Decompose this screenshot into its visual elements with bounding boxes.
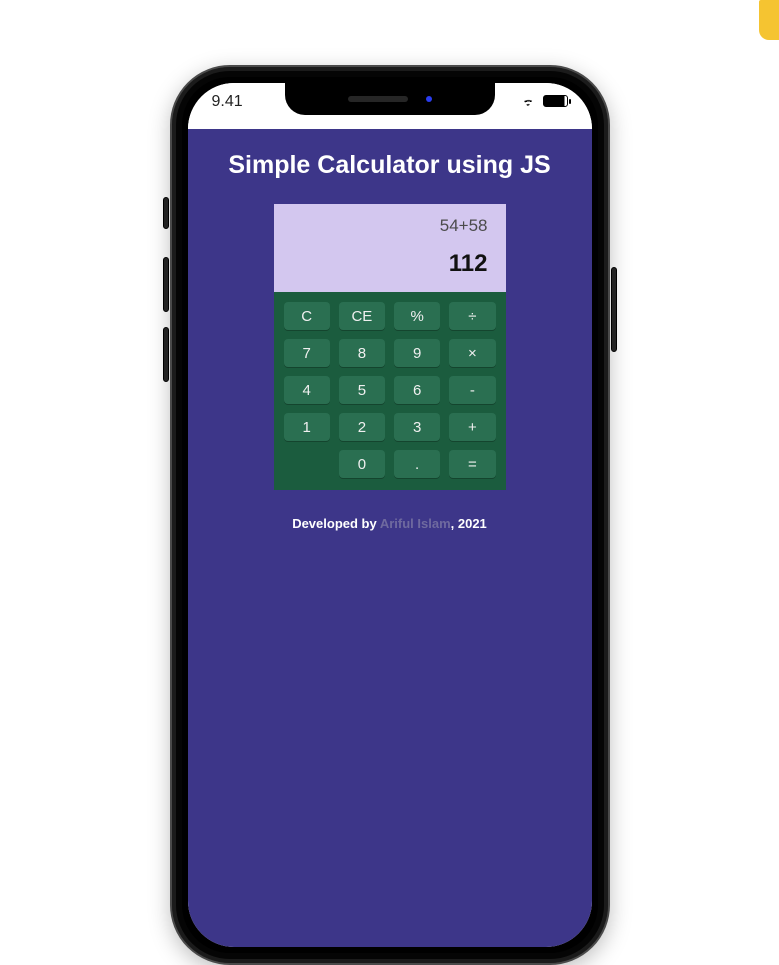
key-8[interactable]: 8 (339, 339, 385, 367)
key-6[interactable]: 6 (394, 376, 440, 404)
key-clear-entry[interactable]: CE (339, 302, 385, 330)
key-dot[interactable]: . (394, 450, 440, 478)
volume-up-button (163, 257, 169, 312)
key-percent[interactable]: % (394, 302, 440, 330)
calculator-display: 54+58 112 (274, 204, 506, 292)
calc-result: 112 (292, 250, 488, 278)
key-0[interactable]: 0 (339, 450, 385, 478)
phone-screen: 9.41 Simple Calculator using JS 54+58 11… (188, 83, 592, 947)
power-button (611, 267, 617, 352)
calculator: 54+58 112 C CE% ÷ 789 × 456- 123 +0. = (274, 204, 506, 490)
corner-flag (759, 0, 779, 40)
camera-dot (426, 96, 432, 102)
key-5[interactable]: 5 (339, 376, 385, 404)
author-link[interactable]: Ariful Islam (380, 516, 451, 531)
key-7[interactable]: 7 (284, 339, 330, 367)
app-footer: Developed by Ariful Islam, 2021 (188, 516, 592, 531)
volume-down-button (163, 327, 169, 382)
calc-expression: 54+58 (292, 216, 488, 236)
wifi-icon (520, 94, 537, 107)
key-4[interactable]: 4 (284, 376, 330, 404)
key-plus[interactable]: + (449, 413, 495, 441)
footer-suffix: , 2021 (451, 516, 487, 531)
key-9[interactable]: 9 (394, 339, 440, 367)
phone-frame: 9.41 Simple Calculator using JS 54+58 11… (170, 65, 610, 965)
key-2[interactable]: 2 (339, 413, 385, 441)
status-time: 9.41 (212, 93, 243, 111)
key-divide[interactable]: ÷ (449, 302, 495, 330)
calculator-keypad: C CE% ÷ 789 × 456- 123 +0. = (274, 292, 506, 490)
mute-switch (163, 197, 169, 229)
key-equals[interactable]: = (449, 450, 495, 478)
battery-icon (543, 95, 568, 107)
calculator-app: Simple Calculator using JS 54+58 112 C CE… (188, 129, 592, 947)
key-minus[interactable]: - (449, 376, 495, 404)
app-title: Simple Calculator using JS (188, 151, 592, 180)
key-3[interactable]: 3 (394, 413, 440, 441)
speaker-grille (348, 96, 408, 102)
key-1[interactable]: 1 (284, 413, 330, 441)
key-multiply[interactable]: × (449, 339, 495, 367)
footer-prefix: Developed by (292, 516, 380, 531)
key-clear[interactable]: C (284, 302, 330, 330)
phone-notch (285, 83, 495, 115)
